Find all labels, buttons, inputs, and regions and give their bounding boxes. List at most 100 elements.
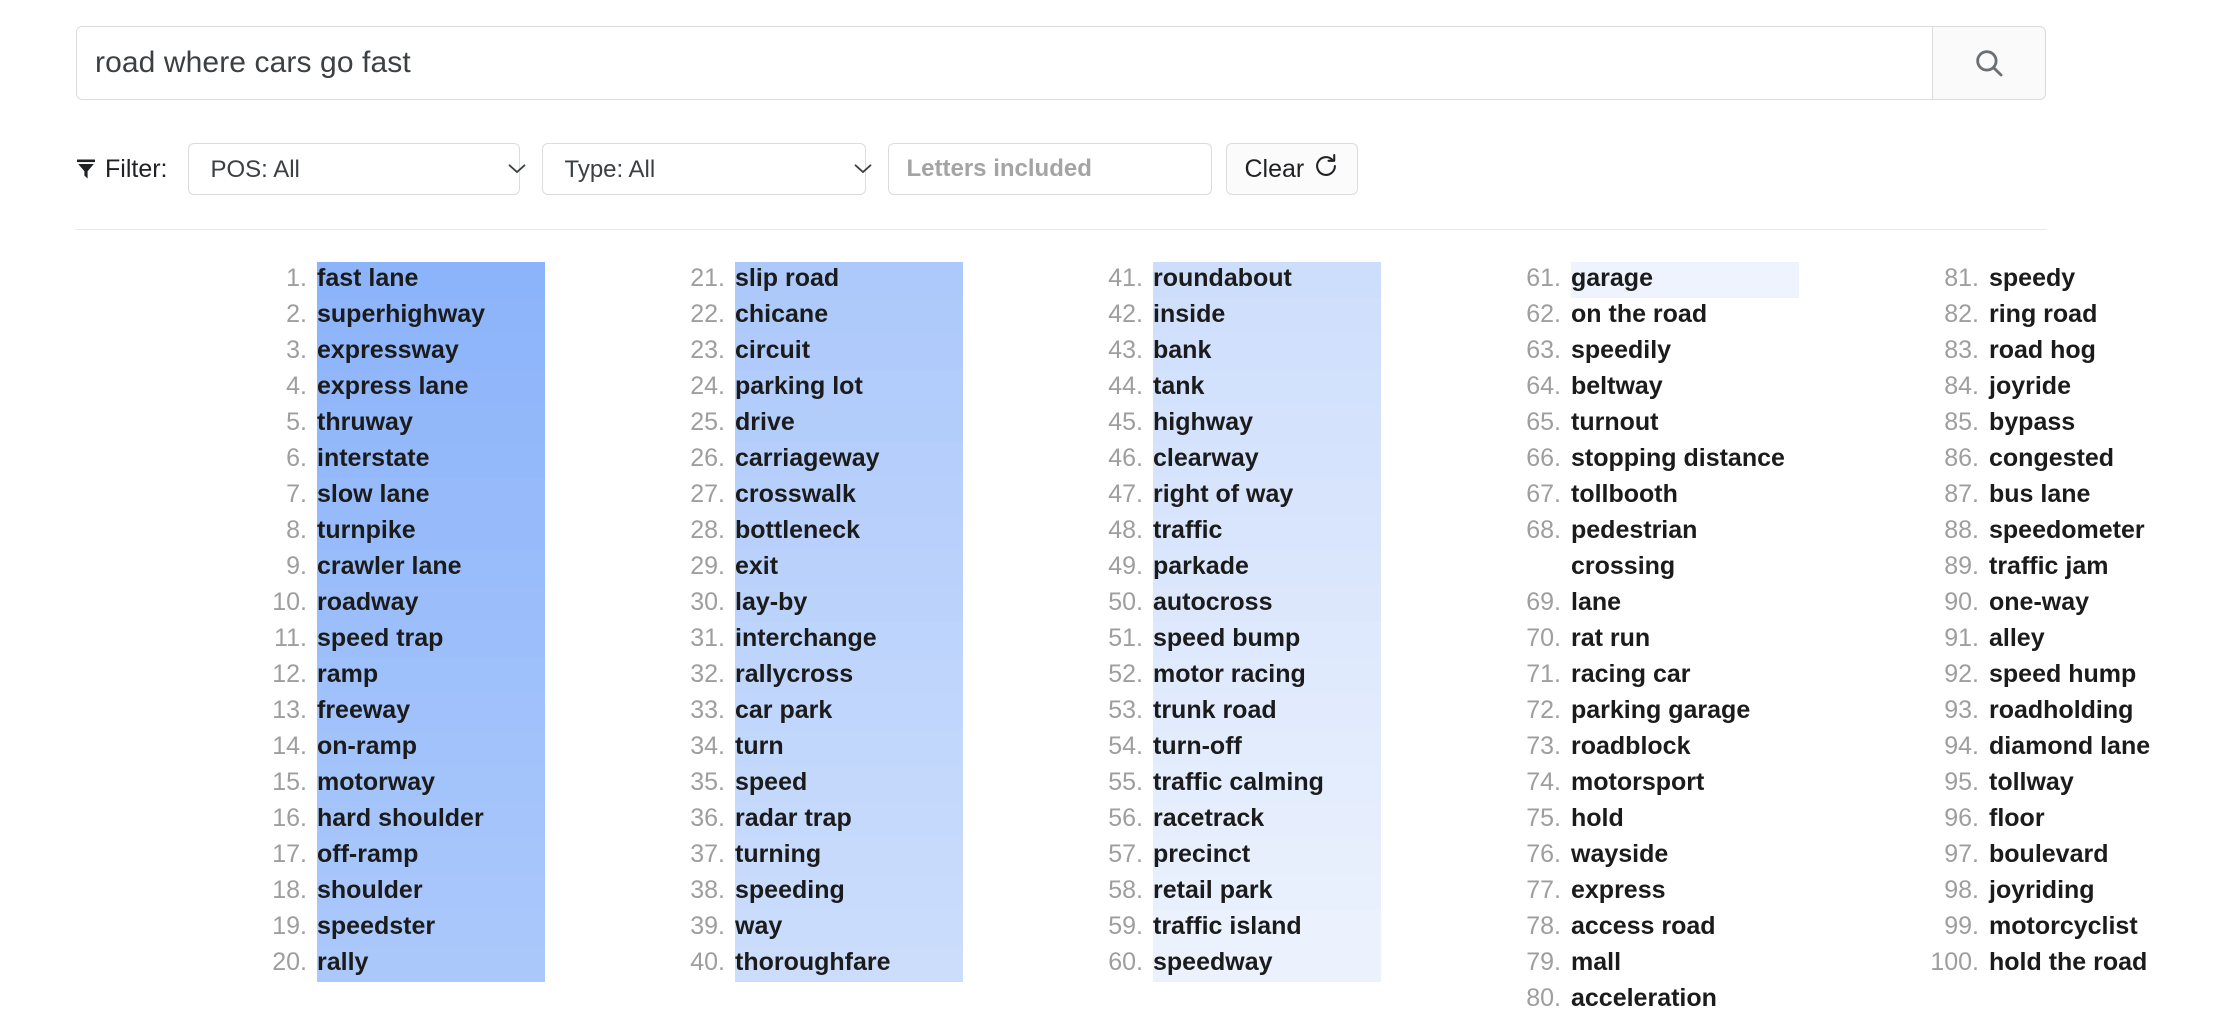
result-word[interactable]: motorcyclist <box>1989 912 2142 940</box>
result-item[interactable]: 20. rally <box>255 946 545 982</box>
result-word[interactable]: expressway <box>317 336 463 364</box>
result-item[interactable]: 50. autocross <box>1091 586 1381 622</box>
result-item[interactable]: 33. car park <box>673 694 963 730</box>
result-item[interactable]: 29. exit <box>673 550 963 586</box>
result-word[interactable]: roundabout <box>1153 264 1296 292</box>
result-word[interactable]: interstate <box>317 444 434 472</box>
result-word[interactable]: roadholding <box>1989 696 2137 724</box>
result-item[interactable]: 23. circuit <box>673 334 963 370</box>
result-item[interactable]: 76. wayside <box>1509 838 1799 874</box>
letters-included-input[interactable] <box>887 143 1212 195</box>
result-word[interactable]: tollbooth <box>1571 480 1682 508</box>
result-item[interactable]: 34. turn <box>673 730 963 766</box>
result-word[interactable]: retail park <box>1153 876 1277 904</box>
result-item[interactable]: 86. congested <box>1927 442 2217 478</box>
result-word[interactable]: speed bump <box>1153 624 1304 652</box>
result-item[interactable]: 40. thoroughfare <box>673 946 963 982</box>
result-word[interactable]: turning <box>735 840 825 868</box>
result-word[interactable]: hold the road <box>1989 948 2151 976</box>
result-item[interactable]: 2. superhighway <box>255 298 545 334</box>
result-item[interactable]: 4. express lane <box>255 370 545 406</box>
result-item[interactable]: 46. clearway <box>1091 442 1381 478</box>
result-item[interactable]: 59. traffic island <box>1091 910 1381 946</box>
result-item[interactable]: 83. road hog <box>1927 334 2217 370</box>
result-item[interactable]: 17. off-ramp <box>255 838 545 874</box>
result-word[interactable]: bypass <box>1989 408 2079 436</box>
result-item[interactable]: 37. turning <box>673 838 963 874</box>
result-item[interactable]: 21. slip road <box>673 262 963 298</box>
result-word[interactable]: speeding <box>735 876 849 904</box>
result-item[interactable]: 55. traffic calming <box>1091 766 1381 802</box>
result-item[interactable]: 90. one-way <box>1927 586 2217 622</box>
result-item[interactable]: 89. traffic jam <box>1927 550 2217 586</box>
result-word[interactable]: parking garage <box>1571 696 1754 724</box>
result-item[interactable]: 61. garage <box>1509 262 1799 298</box>
result-word[interactable]: mall <box>1571 948 1625 976</box>
result-word[interactable]: shoulder <box>317 876 427 904</box>
pos-select[interactable]: POS: All <box>187 143 520 195</box>
result-word[interactable]: bottleneck <box>735 516 864 544</box>
result-word[interactable]: fast lane <box>317 264 422 292</box>
result-word[interactable]: joyriding <box>1989 876 2099 904</box>
result-word[interactable]: rat run <box>1571 624 1654 652</box>
result-word[interactable]: thoroughfare <box>735 948 895 976</box>
result-item[interactable]: 9. crawler lane <box>255 550 545 586</box>
result-item[interactable]: 75. hold <box>1509 802 1799 838</box>
result-word[interactable]: trunk road <box>1153 696 1281 724</box>
result-word[interactable]: superhighway <box>317 300 489 328</box>
result-item[interactable]: 18. shoulder <box>255 874 545 910</box>
result-item[interactable]: 41. roundabout <box>1091 262 1381 298</box>
result-word[interactable]: traffic jam <box>1989 552 2112 580</box>
result-word[interactable]: radar trap <box>735 804 856 832</box>
result-item[interactable]: 16. hard shoulder <box>255 802 545 838</box>
result-word[interactable]: chicane <box>735 300 832 328</box>
result-item[interactable]: 100. hold the road <box>1927 946 2217 982</box>
result-word[interactable]: turnout <box>1571 408 1662 436</box>
result-word[interactable]: access road <box>1571 912 1720 940</box>
result-item[interactable]: 54. turn-off <box>1091 730 1381 766</box>
result-word[interactable]: racing car <box>1571 660 1695 688</box>
result-word[interactable]: way <box>735 912 786 940</box>
result-word[interactable]: speed trap <box>317 624 447 652</box>
result-item[interactable]: 49. parkade <box>1091 550 1381 586</box>
result-item[interactable]: 51. speed bump <box>1091 622 1381 658</box>
result-item[interactable]: 99. motorcyclist <box>1927 910 2217 946</box>
result-word[interactable]: traffic island <box>1153 912 1306 940</box>
result-item[interactable]: 66. stopping distance <box>1509 442 1799 478</box>
result-word[interactable]: speedster <box>317 912 439 940</box>
result-item[interactable]: 73. roadblock <box>1509 730 1799 766</box>
result-word[interactable]: traffic calming <box>1153 768 1328 796</box>
result-item[interactable]: 58. retail park <box>1091 874 1381 910</box>
result-word[interactable]: slow lane <box>317 480 434 508</box>
result-item[interactable]: 32. rallycross <box>673 658 963 694</box>
result-item[interactable]: 77. express <box>1509 874 1799 910</box>
result-item[interactable]: 65. turnout <box>1509 406 1799 442</box>
result-item[interactable]: 10. roadway <box>255 586 545 622</box>
result-word[interactable]: crosswalk <box>735 480 860 508</box>
result-word[interactable]: tollway <box>1989 768 2078 796</box>
result-word[interactable]: roadway <box>317 588 422 616</box>
result-item[interactable]: 39. way <box>673 910 963 946</box>
result-word[interactable]: traffic <box>1153 516 1226 544</box>
result-item[interactable]: 26. carriageway <box>673 442 963 478</box>
result-word[interactable]: wayside <box>1571 840 1672 868</box>
result-item[interactable]: 45. highway <box>1091 406 1381 442</box>
result-item[interactable]: 71. racing car <box>1509 658 1799 694</box>
result-word[interactable]: inside <box>1153 300 1229 328</box>
result-word[interactable]: speedometer <box>1989 516 2149 544</box>
result-item[interactable]: 85. bypass <box>1927 406 2217 442</box>
result-item[interactable]: 88. speedometer <box>1927 514 2217 550</box>
result-word[interactable]: congested <box>1989 444 2118 472</box>
result-item[interactable]: 48. traffic <box>1091 514 1381 550</box>
result-item[interactable]: 38. speeding <box>673 874 963 910</box>
result-word[interactable]: hold <box>1571 804 1628 832</box>
result-item[interactable]: 80. acceleration <box>1509 982 1799 1015</box>
result-word[interactable]: racetrack <box>1153 804 1268 832</box>
result-word[interactable]: off-ramp <box>317 840 422 868</box>
result-word[interactable]: motorsport <box>1571 768 1708 796</box>
result-item[interactable]: 3. expressway <box>255 334 545 370</box>
type-select[interactable]: Type: All <box>541 143 866 195</box>
result-word[interactable]: lay-by <box>735 588 811 616</box>
result-word[interactable]: ramp <box>317 660 382 688</box>
result-word[interactable]: car park <box>735 696 836 724</box>
